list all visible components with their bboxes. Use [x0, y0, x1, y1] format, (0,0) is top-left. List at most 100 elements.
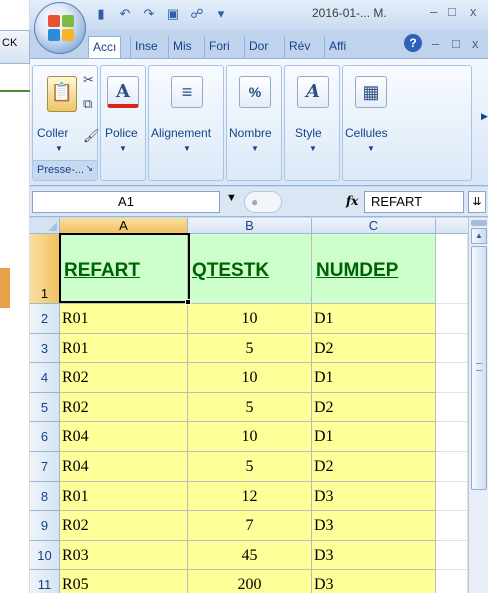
tab-affichage[interactable]: Affi	[324, 36, 350, 58]
split-box[interactable]	[471, 220, 487, 226]
empty-cell[interactable]	[436, 422, 468, 452]
row-header[interactable]: 3	[30, 333, 60, 364]
scroll-up-icon[interactable]: ▲	[471, 228, 487, 244]
column-header-b[interactable]: B	[188, 218, 312, 234]
table-cell[interactable]: R01	[60, 333, 188, 364]
table-cell[interactable]: R02	[60, 392, 188, 423]
paste-icon[interactable]: 📋	[47, 76, 77, 112]
font-group[interactable]: A Police ▼	[100, 65, 146, 181]
table-cell[interactable]: D2	[312, 452, 436, 482]
empty-cell[interactable]	[436, 511, 468, 541]
table-cell[interactable]: 12	[188, 481, 312, 512]
table-cell[interactable]: 5	[188, 392, 312, 423]
table-cell[interactable]: R02	[60, 511, 188, 541]
table-cell[interactable]: 200	[188, 570, 312, 593]
styles-group[interactable]: A Style ▼	[284, 65, 340, 181]
ribbon-minimize-button[interactable]: –	[432, 36, 439, 51]
expand-formula-bar-icon[interactable]: ⇊	[468, 191, 486, 213]
row-header[interactable]: 5	[30, 392, 60, 423]
table-cell[interactable]: D1	[312, 304, 436, 334]
alignment-group[interactable]: ≡ Alignement ▼	[148, 65, 224, 181]
empty-cell[interactable]	[436, 570, 468, 593]
format-painter-icon[interactable]: 🖌	[83, 128, 100, 144]
tab-donnees[interactable]: Dor	[244, 36, 272, 58]
table-cell[interactable]: R01	[60, 304, 188, 334]
header-cell[interactable]: NUMDEP	[312, 234, 436, 304]
row-header[interactable]: 8	[30, 481, 60, 512]
fill-handle[interactable]	[185, 299, 191, 305]
row-header[interactable]: 7	[30, 452, 60, 482]
tab-formules[interactable]: Fori	[204, 36, 234, 58]
table-cell[interactable]: D1	[312, 363, 436, 393]
row-header[interactable]: 2	[30, 304, 60, 334]
ribbon-scroll-right-icon[interactable]: ▶	[481, 111, 488, 122]
vertical-scrollbar[interactable]: ▲	[468, 218, 488, 593]
empty-cell[interactable]	[436, 481, 468, 512]
table-cell[interactable]: D3	[312, 540, 436, 571]
row-header[interactable]: 9	[30, 511, 60, 541]
column-header-a[interactable]: A	[60, 218, 188, 234]
table-cell[interactable]: D3	[312, 481, 436, 512]
row-header[interactable]: 6	[30, 422, 60, 452]
redo-icon[interactable]: ↷	[140, 6, 158, 24]
number-group[interactable]: % Nombre ▼	[226, 65, 282, 181]
tab-revision[interactable]: Rév	[284, 36, 314, 58]
empty-cell[interactable]	[436, 304, 468, 334]
minimize-button[interactable]: –	[430, 4, 437, 19]
copy-icon[interactable]: ⧉	[83, 96, 92, 112]
empty-cell[interactable]	[436, 333, 468, 364]
save-icon[interactable]: ▮	[92, 6, 110, 24]
table-cell[interactable]: R04	[60, 452, 188, 482]
customize-icon[interactable]: ▾	[212, 6, 230, 24]
close-button[interactable]: x	[470, 4, 477, 19]
table-cell[interactable]: 10	[188, 422, 312, 452]
office-button[interactable]	[34, 2, 86, 54]
empty-cell[interactable]	[436, 452, 468, 482]
column-header-d[interactable]	[436, 218, 468, 234]
table-cell[interactable]: D3	[312, 570, 436, 593]
undo-icon[interactable]: ↶	[116, 6, 134, 24]
table-cell[interactable]: 7	[188, 511, 312, 541]
table-cell[interactable]: 5	[188, 452, 312, 482]
scroll-thumb[interactable]	[471, 246, 487, 490]
empty-cell[interactable]	[436, 363, 468, 393]
select-all-button[interactable]	[30, 218, 60, 234]
row-header[interactable]: 10	[30, 540, 60, 571]
view-icon[interactable]: ▣	[164, 6, 182, 24]
restore-button[interactable]: □	[448, 4, 456, 19]
tab-accueil[interactable]: Accı	[88, 36, 122, 58]
tab-mise-en-page[interactable]: Mis	[168, 36, 196, 58]
table-cell[interactable]: 10	[188, 304, 312, 334]
cells-group[interactable]: ▦ Cellules ▼	[342, 65, 472, 181]
empty-cell[interactable]	[436, 540, 468, 571]
header-cell[interactable]: REFART	[60, 234, 188, 304]
table-cell[interactable]: R01	[60, 481, 188, 512]
paste-dropdown-icon[interactable]: ▼	[55, 144, 63, 153]
column-header-c[interactable]: C	[312, 218, 436, 234]
table-cell[interactable]: D1	[312, 422, 436, 452]
header-cell[interactable]: QTESTK	[188, 234, 312, 304]
formula-input[interactable]: REFART	[364, 191, 464, 213]
table-cell[interactable]: R05	[60, 570, 188, 593]
row-header[interactable]: 11	[30, 570, 60, 593]
tab-insertion[interactable]: Inse	[130, 36, 162, 58]
table-cell[interactable]: R03	[60, 540, 188, 571]
table-cell[interactable]: R02	[60, 363, 188, 393]
ribbon-close-button[interactable]: x	[472, 36, 479, 51]
row-header[interactable]: 1	[30, 234, 60, 304]
table-cell[interactable]: R04	[60, 422, 188, 452]
insert-function-icon[interactable]: fx	[346, 194, 358, 208]
paste-button-label[interactable]: Coller	[37, 126, 68, 140]
name-box-dropdown-icon[interactable]: ▼	[226, 192, 237, 204]
empty-cell[interactable]	[436, 392, 468, 423]
cut-icon[interactable]: ✂	[83, 72, 94, 88]
table-cell[interactable]: D2	[312, 392, 436, 423]
table-cell[interactable]: D3	[312, 511, 436, 541]
table-cell[interactable]: D2	[312, 333, 436, 364]
table-cell[interactable]: 10	[188, 363, 312, 393]
help-button[interactable]: ?	[404, 34, 422, 52]
dialog-launcher-icon[interactable]: ↘	[85, 163, 93, 174]
empty-cell[interactable]	[436, 234, 468, 304]
row-header[interactable]: 4	[30, 363, 60, 393]
table-cell[interactable]: 5	[188, 333, 312, 364]
